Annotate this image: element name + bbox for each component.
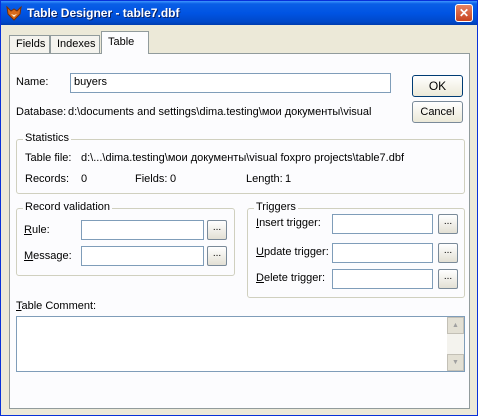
close-button[interactable]: ✕ [455,4,473,22]
records-value: 0 [81,173,88,185]
record-validation-title: Record validation [23,201,112,213]
tab-indexes[interactable]: Indexes [50,35,100,53]
length-label: Length: [246,173,283,185]
records-label: Records: [25,173,70,185]
length-value: 1 [285,173,292,185]
delete-trigger-label: Delete trigger: [256,272,326,284]
close-icon: ✕ [458,6,470,20]
scroll-up-arrow-icon[interactable]: ▲ [447,317,464,334]
record-validation-group: Record validation Rule: ... Message: ... [16,201,235,276]
triggers-title: Triggers [254,201,298,213]
insert-trigger-label: Insert trigger: [256,217,321,229]
statistics-group: Statistics Table file: d:\...\dima.testi… [16,132,465,194]
table-file-label: Table file: [25,152,72,164]
title-bar[interactable]: Table Designer - table7.dbf ✕ [1,1,477,25]
delete-trigger-builder-button[interactable]: ... [438,269,458,289]
comment-scrollbar[interactable]: ▲ ▼ [447,317,464,371]
scroll-down-arrow-icon[interactable]: ▼ [447,354,464,371]
message-builder-button[interactable]: ... [207,246,227,266]
database-path: d:\documents and settings\dima.testing\м… [68,106,372,118]
update-trigger-builder-button[interactable]: ... [438,243,458,263]
insert-trigger-builder-button[interactable]: ... [438,214,458,234]
name-label: Name: [16,76,49,88]
foxpro-icon [6,5,22,21]
rule-input[interactable] [81,220,204,240]
delete-trigger-input[interactable] [332,269,433,289]
update-trigger-label: Update trigger: [256,246,329,258]
message-input[interactable] [81,246,204,266]
name-input[interactable]: buyers [70,73,391,93]
statistics-title: Statistics [23,132,72,144]
table-file-path: d:\...\dima.testing\мои документы\visual… [81,152,405,164]
rule-label: Rule: [24,224,50,236]
cancel-button[interactable]: Cancel [412,101,463,123]
triggers-group: Triggers Insert trigger: ... Update trig… [247,201,465,298]
database-label: Database: [16,106,67,118]
table-comment-textarea[interactable]: ▲ ▼ [16,316,465,372]
insert-trigger-input[interactable] [332,214,433,234]
fields-value: 0 [170,173,177,185]
window-title: Table Designer - table7.dbf [27,6,180,20]
table-comment-label: Table Comment: [16,300,97,312]
rule-builder-button[interactable]: ... [207,220,227,240]
table-tab-panel: Name: buyers OK Cancel Database: d:\docu… [9,53,470,409]
update-trigger-input[interactable] [332,243,433,263]
message-label: Message: [24,250,72,262]
fields-label: Fields: [135,173,168,185]
ok-button[interactable]: OK [412,75,463,97]
tab-table[interactable]: Table [101,31,149,54]
table-designer-window: Table Designer - table7.dbf ✕ Fields Ind… [0,0,478,416]
tab-fields[interactable]: Fields [9,35,50,53]
